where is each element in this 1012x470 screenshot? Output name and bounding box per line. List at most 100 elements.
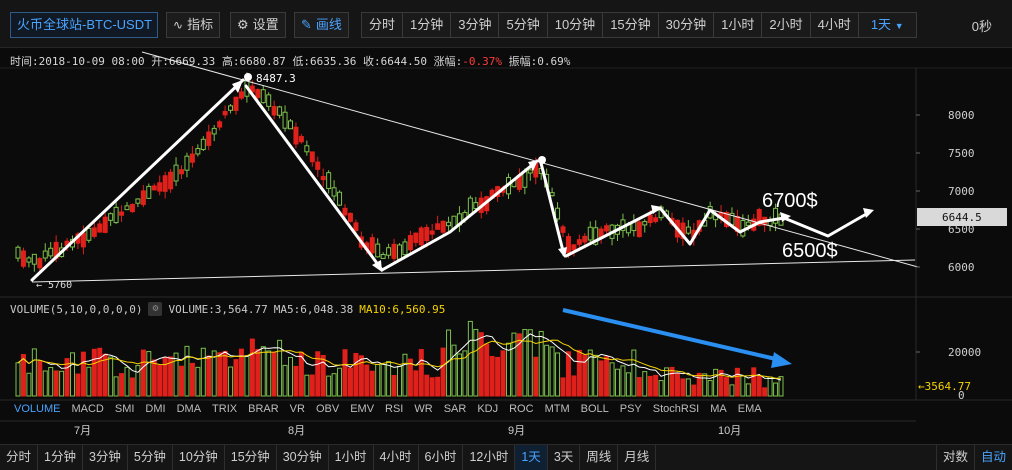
settings-button[interactable]: ⚙ 设置 <box>230 12 286 38</box>
indicator-tab[interactable]: SMI <box>115 403 135 415</box>
timeframe-tab[interactable]: 5分钟 <box>499 13 548 37</box>
bottom-timeframe-tab[interactable]: 4小时 <box>374 445 419 470</box>
candle <box>108 213 114 221</box>
volume-bar <box>184 345 190 397</box>
bottom-timeframe-tab[interactable]: 15分钟 <box>225 445 277 470</box>
volume-bar <box>653 374 659 397</box>
volume-bar <box>527 329 533 397</box>
target-down-label: 6500$ <box>782 240 838 262</box>
volume-bar <box>217 352 223 397</box>
bottom-timeframe-tab[interactable]: 6小时 <box>419 445 464 470</box>
bottom-timeframe-tab[interactable]: 1分钟 <box>38 445 83 470</box>
indicator-tab[interactable]: EMA <box>738 403 762 415</box>
indicator-tab[interactable]: DMI <box>145 403 165 415</box>
candle <box>298 136 304 143</box>
timeframe-tab[interactable]: 4小时 <box>810 13 859 37</box>
indicator-tab[interactable]: KDJ <box>477 403 498 415</box>
bottom-timeframe-tab[interactable]: 月线 <box>618 445 657 470</box>
indicator-tab[interactable]: DMA <box>177 403 201 415</box>
timeframe-tab[interactable]: 分时 <box>362 13 404 37</box>
candle <box>353 222 359 231</box>
volume-bar <box>555 352 561 397</box>
timeframe-tab[interactable]: 1小时 <box>714 13 763 37</box>
volume-bar <box>37 360 43 397</box>
candle <box>440 220 446 233</box>
symbol-selector[interactable]: 火币全球站-BTC-USDT <box>10 12 158 38</box>
candle <box>320 176 326 181</box>
volume-bar <box>119 373 125 397</box>
volume-bar <box>309 374 315 397</box>
indicator-tab[interactable]: VR <box>290 403 305 415</box>
indicator-tab[interactable]: OBV <box>316 403 339 415</box>
candle <box>331 187 337 197</box>
volume-bar <box>80 351 86 397</box>
indicator-tab[interactable]: TRIX <box>212 403 237 415</box>
indicator-tab[interactable]: MA <box>710 403 727 415</box>
candle <box>91 227 97 237</box>
volume-bar <box>97 347 103 397</box>
candle <box>402 241 408 256</box>
volume-bar <box>31 348 37 397</box>
indicator-tab[interactable]: StochRSI <box>653 403 699 415</box>
indicator-button[interactable]: ∿ 指标 <box>166 12 221 38</box>
candle <box>195 148 201 155</box>
volume-bar <box>20 354 26 397</box>
volume-bar <box>91 348 97 397</box>
volume-bar <box>604 356 610 397</box>
volume-bar <box>467 320 473 397</box>
volume-bar <box>260 346 266 397</box>
gear-icon: ⚙ <box>237 17 249 32</box>
timeframe-tab[interactable]: 1分钟 <box>403 13 452 37</box>
bottom-timeframe-tab[interactable]: 3天 <box>548 445 581 470</box>
volume-bar <box>195 366 201 397</box>
indicator-tabs: VOLUME MACD SMI DMI DMA TRIX BRAR VR OBV… <box>14 403 762 415</box>
timeframe-tab[interactable]: 3分钟 <box>451 13 500 37</box>
indicator-tab[interactable]: MTM <box>545 403 570 415</box>
candle <box>146 185 152 199</box>
swing-high-dot <box>244 73 252 81</box>
volume-bar <box>756 375 762 397</box>
gear-icon[interactable]: ⚙ <box>148 302 163 316</box>
indicator-tab[interactable]: MACD <box>71 403 103 415</box>
volume-bar <box>369 370 375 397</box>
bottom-timeframe-tab[interactable]: 12小时 <box>463 445 516 470</box>
candlestick-chart[interactable]: 8487.3 ← 5760 6700$ 6500$ 8000 7500 7000… <box>0 48 1012 444</box>
volume-bar <box>691 384 697 397</box>
candle <box>571 244 577 251</box>
timeframe-tab[interactable]: 2小时 <box>762 13 811 37</box>
bottom-timeframe-tab[interactable]: 周线 <box>580 445 619 470</box>
timeframe-tab[interactable]: 30分钟 <box>658 13 715 37</box>
timeframe-dropdown[interactable]: 1天 ▼ <box>858 13 916 37</box>
indicator-tab[interactable]: WR <box>414 403 432 415</box>
indicator-tab[interactable]: BOLL <box>581 403 609 415</box>
auto-scale-button[interactable]: 自动 <box>973 445 1012 470</box>
indicator-tab[interactable]: ROC <box>509 403 533 415</box>
bottom-timeframe-tab[interactable]: 30分钟 <box>277 445 329 470</box>
indicator-tab[interactable]: SAR <box>444 403 467 415</box>
log-scale-button[interactable]: 对数 <box>935 445 974 470</box>
bottom-timeframe-tab[interactable]: 1小时 <box>329 445 374 470</box>
bottom-timeframe-tab[interactable]: 5分钟 <box>128 445 173 470</box>
volume-bar <box>696 372 702 397</box>
indicator-tab[interactable]: EMV <box>350 403 374 415</box>
timeframe-tab[interactable]: 10分钟 <box>547 13 604 37</box>
indicator-tab[interactable]: RSI <box>385 403 403 415</box>
bottom-timeframe-tab[interactable]: 1天 <box>515 445 548 470</box>
volume-bar <box>740 375 746 397</box>
bottom-timeframe-tab[interactable]: 分时 <box>0 445 39 470</box>
indicator-tab[interactable]: PSY <box>620 403 642 415</box>
volume-bar <box>729 384 735 397</box>
candle <box>26 257 32 263</box>
bottom-timeframe-tab[interactable]: 3分钟 <box>83 445 128 470</box>
draw-line-button[interactable]: ✎ 画线 <box>294 12 349 38</box>
volume-bar <box>42 370 48 397</box>
candle <box>309 151 315 163</box>
volume-bar <box>456 353 462 397</box>
indicator-tab[interactable]: BRAR <box>248 403 279 415</box>
bottom-timeframe-tab[interactable]: 10分钟 <box>173 445 225 470</box>
volume-bar <box>353 352 359 397</box>
wave-arrows <box>30 78 870 282</box>
timeframe-tab[interactable]: 15分钟 <box>603 13 659 37</box>
indicator-tab[interactable]: VOLUME <box>14 403 60 415</box>
volume-bar <box>249 338 255 397</box>
